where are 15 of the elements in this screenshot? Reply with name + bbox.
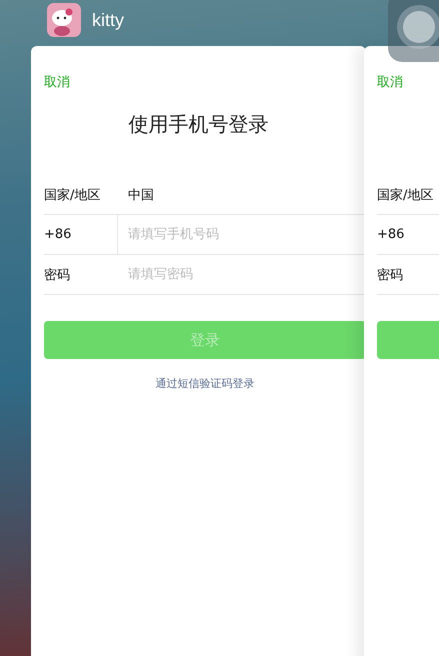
password-input-field[interactable]: 请填写密码 — [128, 267, 366, 282]
country-code[interactable]: +86 — [44, 215, 118, 254]
app-name: kitty — [92, 10, 124, 30]
sms-login-link[interactable]: 通过短信验证码登录 — [156, 376, 254, 391]
field-label: 密码 — [377, 266, 404, 284]
page-title: 使用手机号登录 — [128, 111, 270, 137]
field-label: 国家/地区 — [44, 186, 102, 204]
app-icon — [47, 3, 81, 37]
phone-input-field[interactable]: 请填写手机号码 — [128, 227, 366, 242]
field-label: 国家/地区 — [377, 186, 434, 204]
country-code[interactable]: +86 — [377, 215, 439, 254]
app-card[interactable]: 取消 国家/地区 +86 密码 — [364, 46, 439, 656]
assistive-touch-button[interactable] — [388, 0, 439, 62]
country-value[interactable]: 中国 — [128, 186, 154, 204]
field-label: 密码 — [44, 266, 71, 284]
